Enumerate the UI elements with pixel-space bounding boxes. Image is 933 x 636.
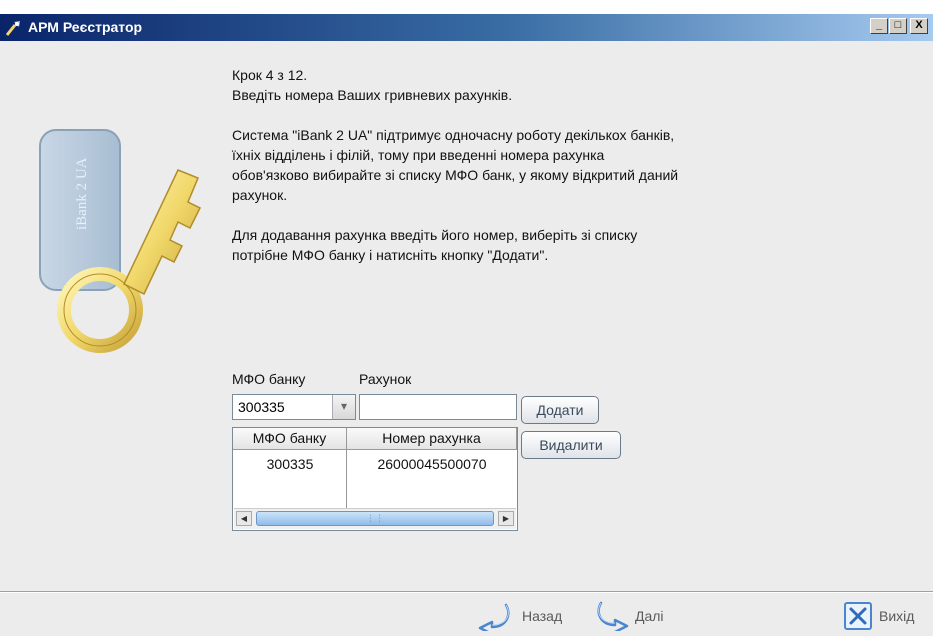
back-arrow-icon [478,603,510,631]
delete-button[interactable]: Видалити [521,431,621,459]
minimize-button[interactable]: _ [870,18,888,34]
paragraph-line: їхніх відділень і філій, тому при введен… [232,147,605,163]
dropdown-arrow-icon[interactable]: ▾ [332,395,355,419]
next-arrow-icon [597,601,629,631]
back-button[interactable]: Назад [476,599,586,633]
exit-label: Вихід [879,608,915,624]
app-window: АРМ Реєстратор _ □ X iBank 2 UA Крок 4 з… [0,14,933,636]
footer-divider [0,591,933,592]
horizontal-scrollbar[interactable]: ◀ ⋮⋮ ▶ [234,508,516,529]
mfo-selected-value: 300335 [238,399,285,415]
scroll-left-icon[interactable]: ◀ [236,511,252,526]
account-label: Рахунок [359,371,412,387]
title-bar: АРМ Реєстратор _ □ X [0,14,933,41]
back-label: Назад [522,608,563,624]
close-button[interactable]: X [910,18,928,34]
next-label: Далі [635,608,664,624]
card-label: iBank 2 UA [74,157,90,230]
paragraph-line: рахунок. [232,187,288,203]
paragraph-line: обов'язково вибирайте зі списку МФО банк… [232,167,679,183]
column-header-mfo[interactable]: МФО банку [233,428,347,450]
scroll-right-icon[interactable]: ▶ [498,511,514,526]
paragraph-line: потрібне МФО банку і натисніть кнопку "Д… [232,247,549,263]
accounts-table: МФО банку Номер рахунка 300335 260000455… [232,427,518,531]
account-input[interactable] [359,394,517,420]
next-button[interactable]: Далі [593,599,693,633]
add-button[interactable]: Додати [521,396,599,424]
maximize-button[interactable]: □ [889,18,907,34]
close-x-icon [844,602,872,630]
instructions-text: Крок 4 з 12. Введіть номера Ваших гривне… [232,65,832,285]
app-icon [5,21,20,36]
mfo-label: МФО банку [232,371,306,387]
paragraph-line: Для додавання рахунка введіть його номер… [232,227,638,243]
table-cell-mfo[interactable]: 300335 [233,456,347,472]
mfo-select[interactable]: 300335 ▾ [232,394,356,420]
table-cell-account[interactable]: 26000045500070 [347,456,517,472]
column-header-account[interactable]: Номер рахунка [347,428,517,450]
exit-button[interactable]: Вихід [843,599,933,633]
step-heading: Введіть номера Ваших гривневих рахунків. [232,87,513,103]
step-indicator: Крок 4 з 12. [232,67,308,83]
scroll-thumb[interactable]: ⋮⋮ [256,511,494,526]
ibank-key-illustration: iBank 2 UA [39,129,202,353]
window-title: АРМ Реєстратор [28,19,143,35]
paragraph-line: Система "iBank 2 UA" підтримує одночасну… [232,127,675,143]
